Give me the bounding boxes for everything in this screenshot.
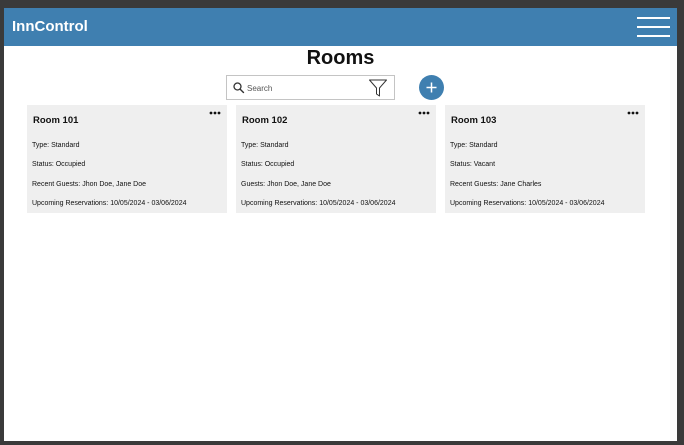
- room-guests: Recent Guests: Jhon Doe, Jane Doe: [32, 181, 147, 188]
- app-title: InnControl: [12, 18, 88, 35]
- room-card[interactable]: Room 101 Type: Standard Status: Occupied…: [27, 105, 227, 213]
- search-input[interactable]: [247, 79, 362, 97]
- room-type: Type: Standard: [241, 142, 289, 149]
- room-status: Status: Occupied: [32, 161, 86, 168]
- room-status: Status: Vacant: [450, 161, 496, 168]
- room-guests: Recent Guests: Jane Charles: [450, 181, 542, 188]
- room-reservations: Upcoming Reservations: 10/05/2024 - 03/0…: [32, 200, 187, 207]
- room-card[interactable]: Room 103 Type: Standard Status: Vacant R…: [445, 105, 645, 213]
- search-icon: [233, 82, 245, 94]
- page-title: Rooms: [306, 47, 375, 69]
- hamburger-menu-icon[interactable]: [637, 17, 670, 37]
- add-room-button[interactable]: [419, 75, 444, 100]
- room-reservations: Upcoming Reservations: 10/05/2024 - 03/0…: [450, 200, 605, 207]
- menu-bar: [637, 35, 670, 37]
- menu-bar: [637, 17, 670, 19]
- room-card[interactable]: Room 102 Type: Standard Status: Occupied…: [236, 105, 436, 213]
- more-options-icon[interactable]: [208, 108, 222, 118]
- room-reservations: Upcoming Reservations: 10/05/2024 - 03/0…: [241, 200, 396, 207]
- room-type: Type: Standard: [450, 142, 498, 149]
- filter-icon[interactable]: [368, 78, 388, 98]
- room-type: Type: Standard: [32, 142, 80, 149]
- more-options-icon[interactable]: [626, 108, 640, 118]
- plus-icon: [426, 82, 437, 93]
- room-guests: Guests: Jhon Doe, Jane Doe: [241, 181, 331, 188]
- app-window: InnControl Rooms Room 101 Type: Standard…: [4, 8, 677, 441]
- room-status: Status: Occupied: [241, 161, 295, 168]
- app-bar: InnControl: [4, 8, 677, 46]
- more-options-icon[interactable]: [417, 108, 431, 118]
- room-title: Room 103: [451, 115, 497, 126]
- room-title: Room 101: [33, 115, 79, 126]
- room-title: Room 102: [242, 115, 288, 126]
- menu-bar: [637, 26, 670, 28]
- search-bar[interactable]: [226, 75, 395, 100]
